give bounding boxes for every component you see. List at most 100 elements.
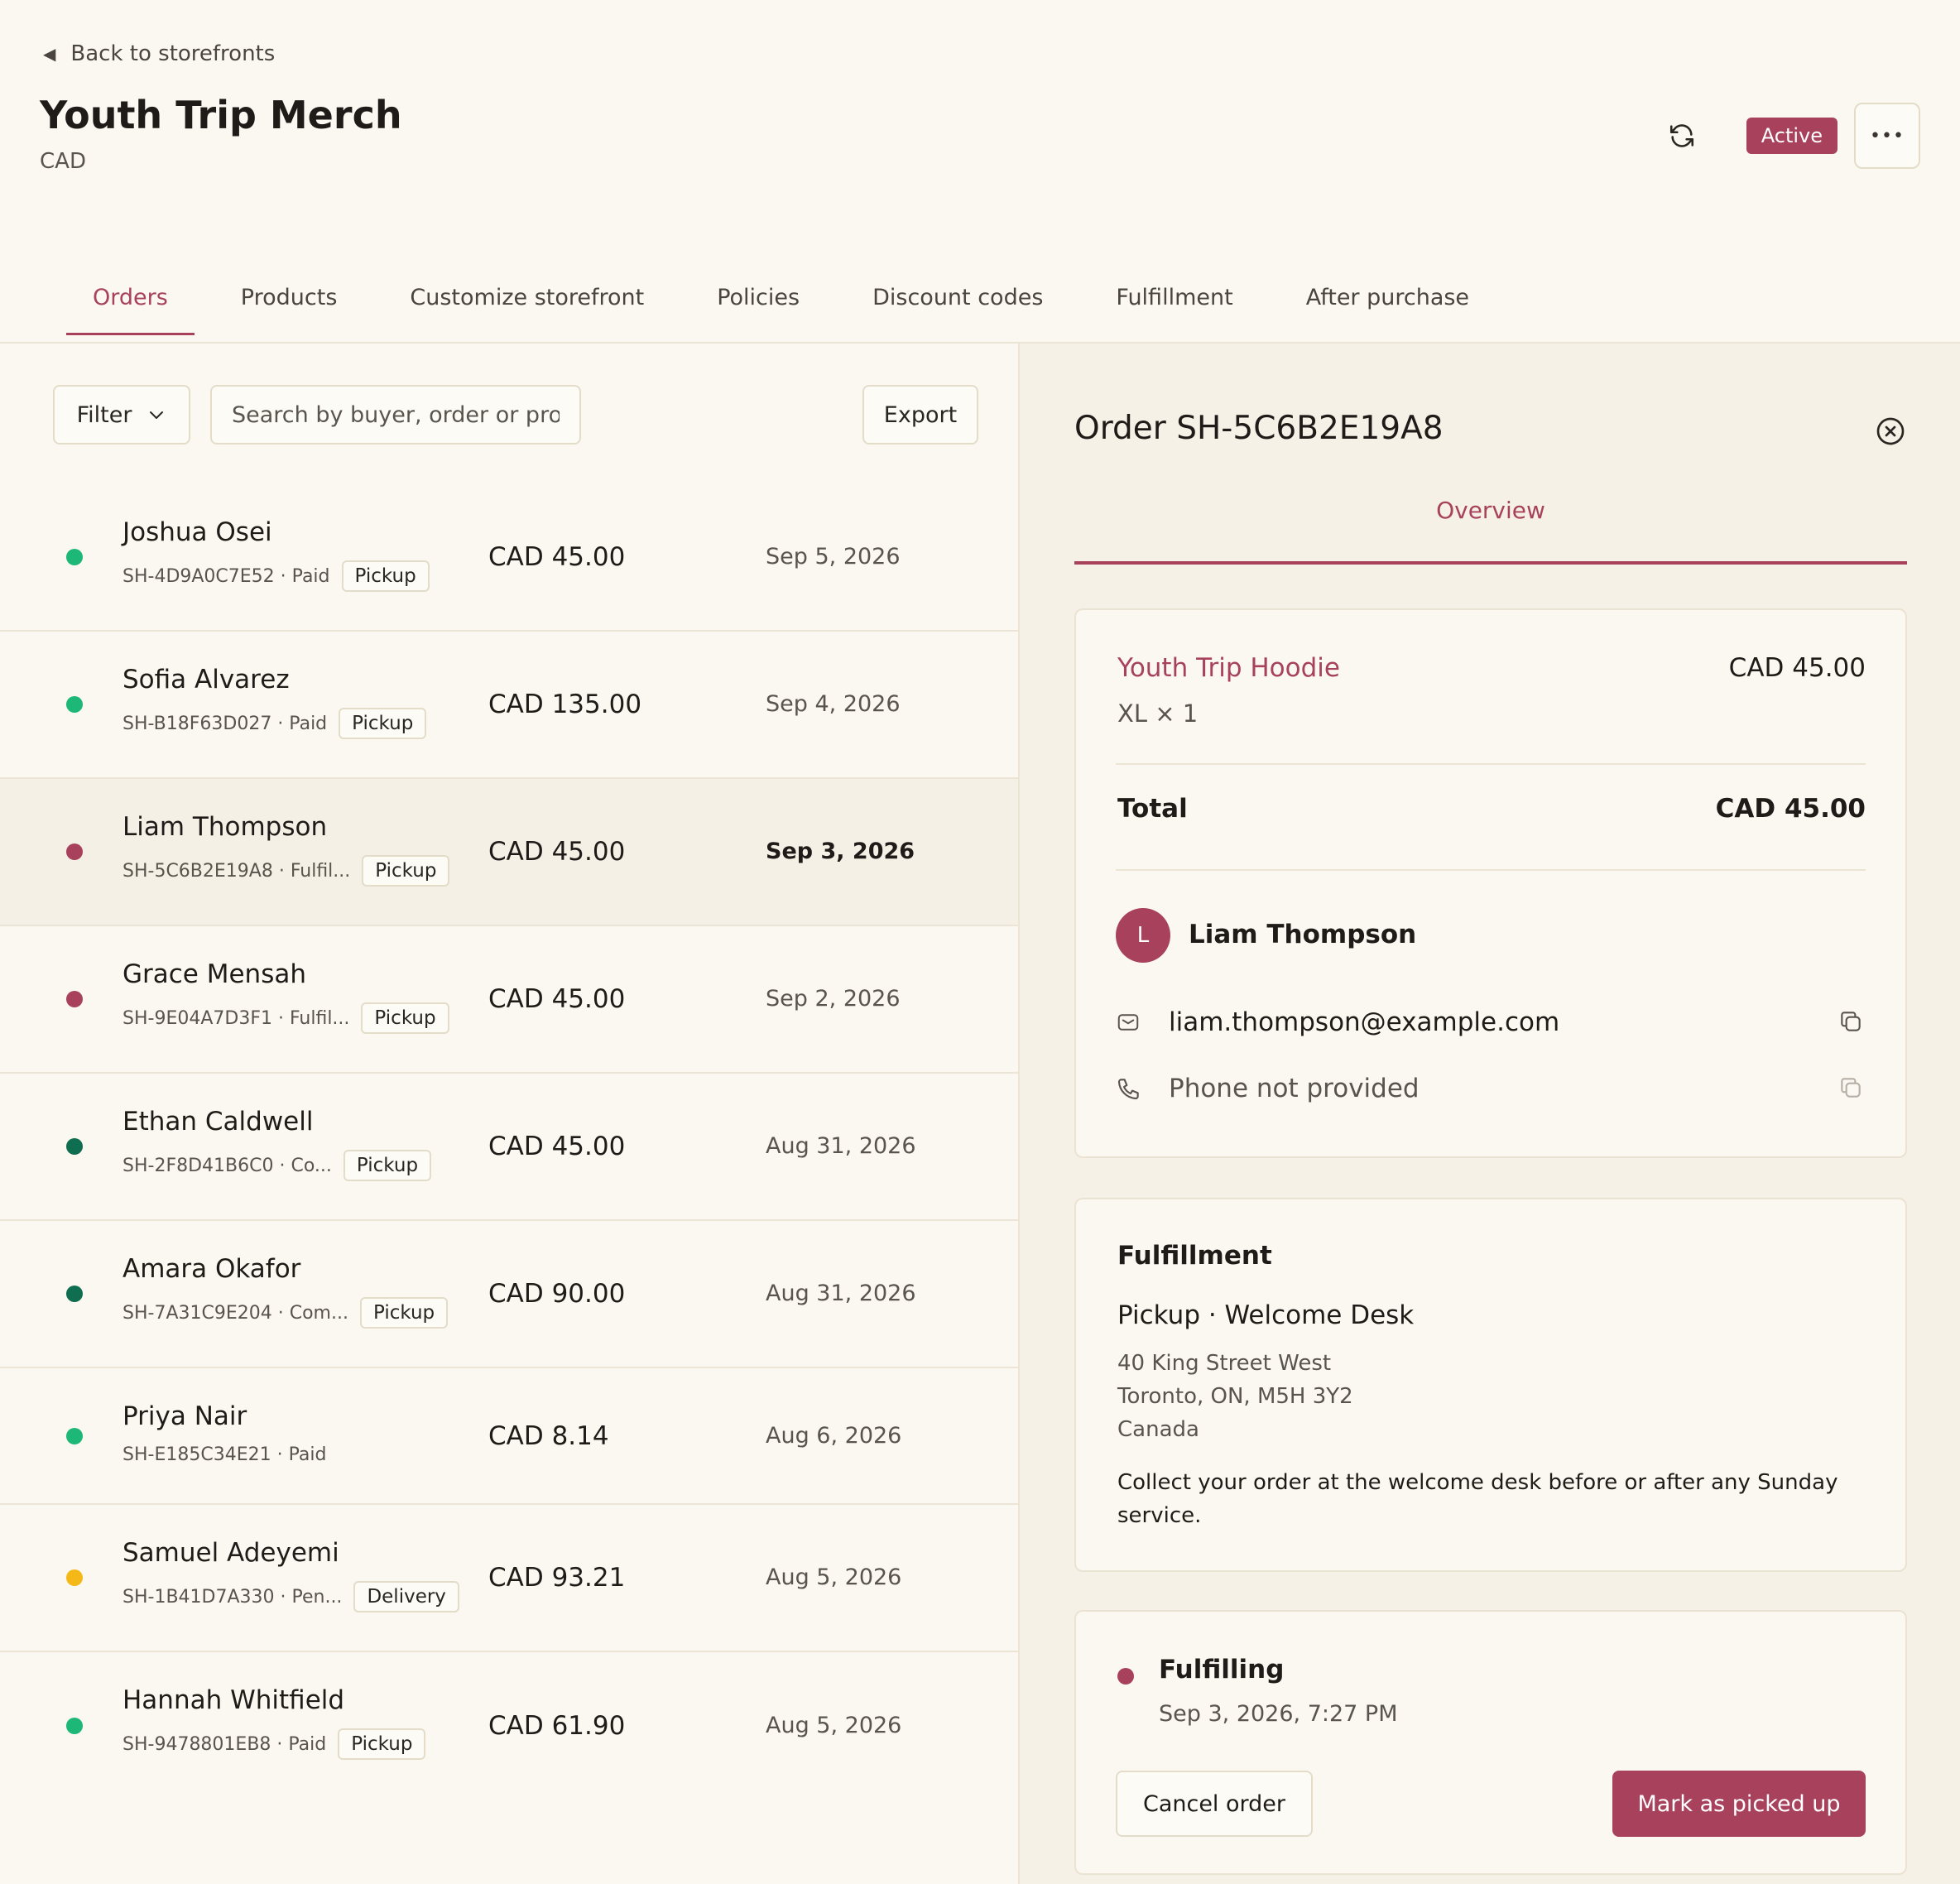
item-name-link[interactable]: Youth Trip Hoodie (1117, 653, 1340, 683)
buyer-name: Grace Mensah (122, 959, 306, 989)
fulfillment-title: Fulfillment (1117, 1241, 1272, 1271)
fulfillment-method-badge: Delivery (353, 1581, 459, 1612)
order-row[interactable]: Amara Okafor SH-7A31C9E204 · Com... Picku… (0, 1221, 1018, 1368)
address-line: Canada (1117, 1417, 1199, 1442)
fulfillment-method-badge: Pickup (338, 1728, 426, 1760)
mark-picked-up-button[interactable]: Mark as picked up (1612, 1771, 1866, 1837)
buyer-name: Liam Thompson (122, 812, 328, 842)
store-currency: CAD (40, 149, 86, 174)
buyer-name: Amara Okafor (122, 1254, 301, 1284)
order-amount: CAD 135.00 (488, 690, 642, 719)
order-row[interactable]: Hannah Whitfield SH-9478801EB8 · Paid Pic… (0, 1652, 1018, 1800)
buyer-name: Hannah Whitfield (122, 1685, 345, 1715)
order-date: Aug 6, 2026 (766, 1422, 902, 1449)
address-line: 40 King Street West (1117, 1351, 1332, 1376)
copy-email-button[interactable] (1838, 1008, 1866, 1036)
total-value: CAD 45.00 (1715, 794, 1866, 824)
fulfillment-method-badge: Pickup (343, 1150, 432, 1181)
order-row-selected[interactable]: Liam Thompson SH-5C6B2E19A8 · Fulfil... P… (0, 779, 1018, 926)
buyer-name: Liam Thompson (1189, 920, 1417, 949)
status-dot (66, 1569, 83, 1586)
item-variant: XL × 1 (1117, 699, 1199, 728)
status-dot (66, 1718, 83, 1734)
chevron-down-icon (150, 411, 164, 419)
tab-overview-indicator (1074, 561, 1907, 565)
tab-after-purchase[interactable]: After purchase (1280, 278, 1496, 334)
order-meta: SH-1B41D7A330 · Pen... (122, 1586, 343, 1608)
orders-toolbar: Filter Export (53, 385, 978, 445)
tab-overview[interactable]: Overview (1074, 497, 1907, 538)
order-date: Aug 31, 2026 (766, 1133, 916, 1159)
status-dot (66, 991, 83, 1007)
order-meta: SH-4D9A0C7E52 · Paid (122, 565, 330, 587)
order-row[interactable]: Grace Mensah SH-9E04A7D3F1 · Fulfil... Pi… (0, 926, 1018, 1074)
status-dot (66, 549, 83, 565)
order-row[interactable]: Samuel Adeyemi SH-1B41D7A330 · Pen... Del… (0, 1505, 1018, 1652)
order-date: Aug 5, 2026 (766, 1713, 902, 1738)
copy-icon (1841, 1078, 1861, 1098)
total-label: Total (1117, 794, 1188, 824)
item-price: CAD 45.00 (1728, 653, 1866, 683)
fulfillment-method-badge: Pickup (361, 1002, 449, 1034)
back-to-storefronts-link[interactable]: ◀ Back to storefronts (43, 41, 275, 66)
filter-label: Filter (76, 401, 132, 428)
fulfillment-method-badge: Pickup (339, 708, 427, 739)
copy-phone-button[interactable] (1838, 1074, 1866, 1103)
status-badge: Active (1746, 118, 1838, 154)
phone-icon (1116, 1074, 1144, 1103)
cancel-order-button[interactable]: Cancel order (1116, 1771, 1313, 1837)
header-actions: Active ••• (1659, 103, 1920, 169)
order-date: Sep 3, 2026 (766, 839, 915, 864)
arrow-left-icon: ◀ (43, 44, 56, 64)
buyer-name: Priya Nair (122, 1401, 247, 1431)
more-icon: ••• (1870, 125, 1905, 147)
export-button[interactable]: Export (862, 385, 978, 445)
order-row[interactable]: Joshua Osei SH-4D9A0C7E52 · Paid Pickup C… (0, 484, 1018, 632)
tab-fulfillment[interactable]: Fulfillment (1089, 278, 1259, 334)
refresh-button[interactable] (1659, 113, 1705, 159)
refresh-icon (1669, 124, 1693, 147)
tab-products[interactable]: Products (214, 278, 364, 334)
order-meta: SH-E185C34E21 · Paid (122, 1444, 327, 1465)
buyer-name: Ethan Caldwell (122, 1107, 314, 1137)
order-date: Sep 4, 2026 (766, 691, 901, 717)
fulfillment-method-badge: Pickup (359, 1297, 449, 1329)
filter-button[interactable]: Filter (53, 385, 190, 445)
order-amount: CAD 45.00 (488, 542, 626, 572)
order-row[interactable]: Priya Nair SH-E185C34E21 · Paid CAD 8.14… (0, 1368, 1018, 1505)
tab-orders[interactable]: Orders (66, 278, 195, 335)
search-input[interactable] (210, 385, 581, 445)
order-amount: CAD 45.00 (488, 1132, 626, 1161)
close-detail-button[interactable] (1874, 415, 1907, 448)
order-meta: SH-B18F63D027 · Paid (122, 713, 328, 734)
status-dot (66, 1286, 83, 1302)
tab-customize-storefront[interactable]: Customize storefront (383, 278, 670, 334)
status-dot (1117, 1668, 1134, 1685)
order-status-label: Fulfilling (1159, 1655, 1285, 1685)
tab-policies[interactable]: Policies (690, 278, 826, 334)
status-dot (66, 1427, 83, 1444)
order-row[interactable]: Ethan Caldwell SH-2F8D41B6C0 · Co... Pick… (0, 1074, 1018, 1221)
order-amount: CAD 45.00 (488, 984, 626, 1014)
more-options-button[interactable]: ••• (1854, 103, 1920, 169)
back-link-label: Back to storefronts (70, 41, 276, 66)
page-title: Youth Trip Merch (40, 93, 402, 137)
order-detail-title: Order SH-5C6B2E19A8 (1074, 410, 1444, 447)
email-row: liam.thompson@example.com (1116, 1004, 1866, 1041)
pickup-instructions: Collect your order at the welcome desk b… (1117, 1470, 1838, 1528)
divider (1116, 869, 1866, 871)
order-amount: CAD 90.00 (488, 1279, 626, 1309)
order-date: Sep 2, 2026 (766, 986, 901, 1012)
mail-icon (1116, 1008, 1144, 1036)
order-amount: CAD 8.14 (488, 1420, 609, 1451)
order-summary-card: Youth Trip Hoodie CAD 45.00 XL × 1 Total… (1074, 608, 1907, 1158)
order-amount: CAD 93.21 (488, 1563, 626, 1593)
buyer-name: Sofia Alvarez (122, 665, 290, 694)
fulfillment-card: Fulfillment Pickup · Welcome Desk 40 Kin… (1074, 1198, 1907, 1572)
order-meta: SH-7A31C9E204 · Com... (122, 1302, 348, 1324)
status-dot (66, 696, 83, 713)
close-icon (1876, 417, 1905, 445)
order-row[interactable]: Sofia Alvarez SH-B18F63D027 · Paid Pickup… (0, 632, 1018, 779)
order-detail-panel: Order SH-5C6B2E19A8 Overview Youth Trip … (1018, 344, 1960, 1884)
tab-discount-codes[interactable]: Discount codes (846, 278, 1069, 334)
